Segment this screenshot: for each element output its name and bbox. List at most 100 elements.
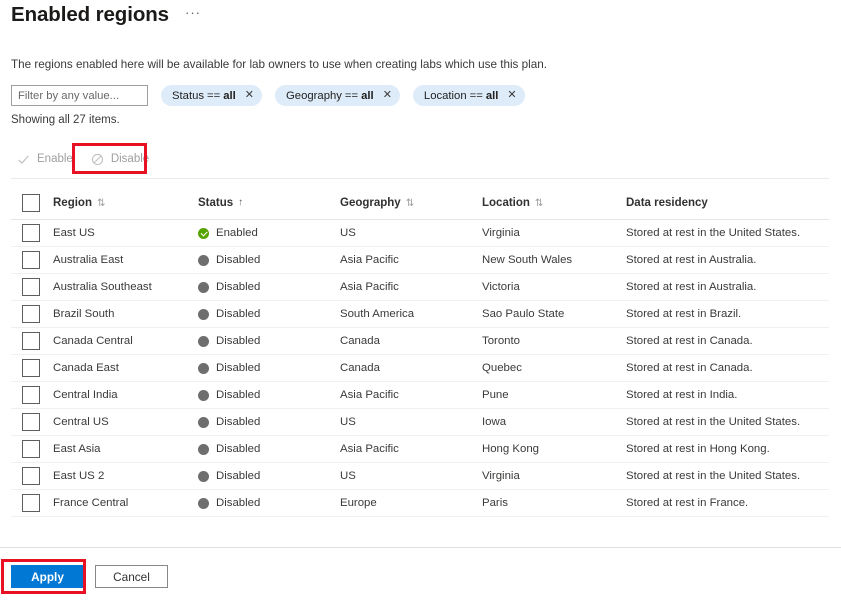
row-checkbox[interactable] [22,224,40,242]
table-row[interactable]: Canada Central Disabled Canada Toronto Store… [11,328,829,355]
status-label: Disabled [216,362,261,374]
row-checkbox[interactable] [22,467,40,485]
sort-both-icon: ⇅ [96,197,105,209]
status-label: Disabled [216,470,261,482]
row-checkbox[interactable] [22,359,40,377]
row-select-cell [11,413,53,431]
apply-button[interactable]: Apply [11,565,84,588]
filter-pill-value: all [485,89,499,102]
row-checkbox[interactable] [22,332,40,350]
cell-location: New South Wales [482,254,573,266]
select-all-cell [11,193,53,212]
footer-actions: Apply Cancel [11,565,168,588]
cell-geography: US [340,470,356,482]
enable-button[interactable]: Enable [11,147,81,171]
cell-location: Quebec [482,362,522,374]
table-row[interactable]: East US 2 Disabled US Virginia Stored at res… [11,463,829,490]
row-select-cell [11,251,53,269]
row-checkbox[interactable] [22,494,40,512]
column-header-geography[interactable]: Geography ⇅ [340,197,482,209]
cancel-button[interactable]: Cancel [95,565,168,588]
column-header-data-residency: Data residency [626,197,829,209]
cell-geography: Asia Pacific [340,389,399,401]
table-row[interactable]: Brazil South Disabled South America Sao Pau… [11,301,829,328]
cell-location: Virginia [482,227,520,239]
table-header-row: Region ⇅ Status ↑ Geography ⇅ Location ⇅ Dat… [11,186,829,220]
more-options-icon[interactable]: ··· [183,6,203,19]
disable-button-label: Disable [110,153,150,165]
cell-data-residency: Stored at rest in India. [626,389,738,401]
table-row[interactable]: Canada East Disabled Canada Quebec Stored at… [11,355,829,382]
table-row[interactable]: Australia East Disabled Asia Pacific New So… [11,247,829,274]
column-header-status[interactable]: Status ↑ [198,197,340,209]
select-all-checkbox[interactable] [22,193,40,212]
cell-location: Victoria [482,281,520,293]
column-header-location[interactable]: Location ⇅ [482,197,626,209]
cell-data-residency: Stored at rest in Canada. [626,362,753,374]
status-label: Enabled [216,227,258,239]
checkmark-icon [15,151,32,168]
filter-input[interactable] [11,85,148,106]
disable-button[interactable]: Disable [85,147,157,171]
command-bar-divider [11,178,829,179]
cell-region: Canada Central [53,335,133,347]
cell-region: Central India [53,389,118,401]
table-row[interactable]: East US Enabled US Virginia Stored at rest i… [11,220,829,247]
table-body: East US Enabled US Virginia Stored at rest i… [11,220,829,517]
filter-pill-location[interactable]: Location == all ✕ [412,85,525,106]
cell-region: Australia Southeast [53,281,152,293]
cell-region: East US [53,227,95,239]
table-row[interactable]: Central US Disabled US Iowa Stored at rest i… [11,409,829,436]
cell-status: Disabled [198,308,340,320]
filter-pill-status[interactable]: Status == all ✕ [161,85,263,106]
cell-status: Disabled [198,362,340,374]
cell-status: Enabled [198,227,340,239]
cell-location: Pune [482,389,509,401]
cell-geography: Asia Pacific [340,281,399,293]
row-select-cell [11,224,53,242]
table-row[interactable]: Central India Disabled Asia Pacific Pune Sto… [11,382,829,409]
column-header-data-residency-label: Data residency [626,196,708,209]
filter-bar: Status == all ✕ Geography == all ✕ Locat… [11,85,525,106]
cell-data-residency: Stored at rest in Canada. [626,335,753,347]
status-label: Disabled [216,416,261,428]
status-disabled-icon [198,254,209,266]
row-select-cell [11,494,53,512]
close-icon[interactable]: ✕ [383,90,392,101]
row-checkbox[interactable] [22,278,40,296]
row-checkbox[interactable] [22,386,40,404]
column-header-geography-label: Geography [340,196,401,209]
status-disabled-icon [198,362,209,374]
command-bar: Enable Disable [11,147,157,171]
row-checkbox[interactable] [22,305,40,323]
cell-region: East Asia [53,443,101,455]
cell-status: Disabled [198,470,340,482]
row-select-cell [11,332,53,350]
column-header-region[interactable]: Region ⇅ [53,197,198,209]
cell-region: Australia East [53,254,124,266]
filter-pill-field: Status [172,89,205,102]
footer-divider [0,547,841,548]
cell-geography: Europe [340,497,377,509]
row-select-cell [11,359,53,377]
cell-data-residency: Stored at rest in the United States. [626,470,801,482]
status-disabled-icon [198,497,209,509]
cell-data-residency: Stored at rest in Hong Kong. [626,443,770,455]
cell-status: Disabled [198,443,340,455]
table-row[interactable]: France Central Disabled Europe Paris Stored … [11,490,829,517]
row-checkbox[interactable] [22,413,40,431]
table-row[interactable]: Australia Southeast Disabled Asia Pacific V… [11,274,829,301]
table-row[interactable]: East Asia Disabled Asia Pacific Hong Kong St… [11,436,829,463]
filter-pill-operator: == [469,89,483,102]
filter-pill-geography[interactable]: Geography == all ✕ [275,85,400,106]
cell-status: Disabled [198,497,340,509]
close-icon[interactable]: ✕ [245,90,254,101]
status-label: Disabled [216,281,261,293]
cell-geography: Canada [340,335,380,347]
row-checkbox[interactable] [22,440,40,458]
close-icon[interactable]: ✕ [507,90,516,101]
row-checkbox[interactable] [22,251,40,269]
status-disabled-icon [198,443,209,455]
block-circle-icon [89,151,106,168]
panel-description: The regions enabled here will be availab… [11,58,547,71]
